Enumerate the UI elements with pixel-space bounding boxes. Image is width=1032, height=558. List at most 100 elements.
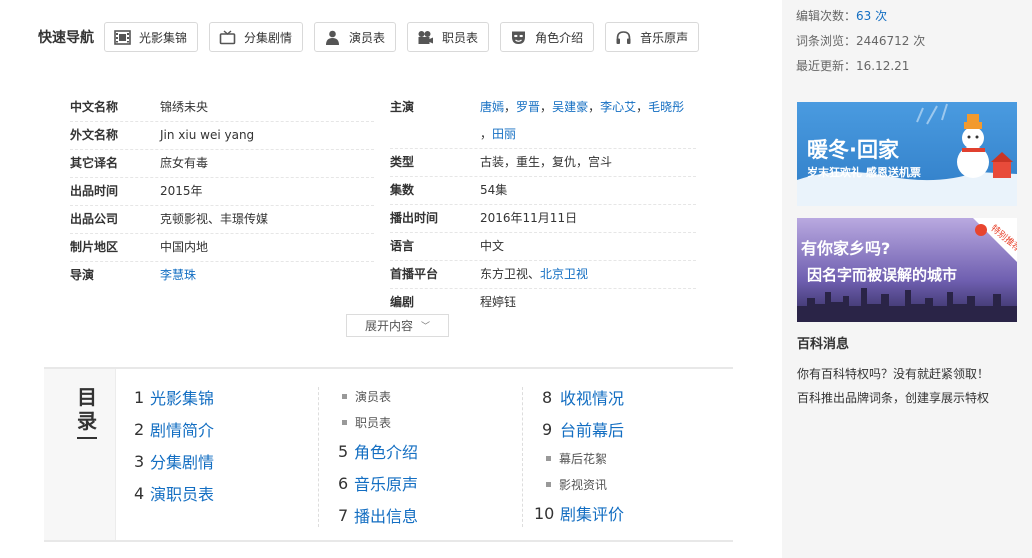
platform-link[interactable]: 北京卫视 — [540, 267, 588, 281]
cast-link[interactable]: 毛晓彤 — [648, 100, 684, 114]
quick-nav-crew-button[interactable]: 职员表 — [407, 22, 490, 52]
toc-item[interactable]: 9 台前幕后 — [534, 413, 624, 445]
info-row: 导演 李慧珠 — [70, 262, 374, 290]
news-link[interactable]: 你有百科特权吗？没有就赶紧领取！ — [797, 365, 989, 382]
toc-subitem[interactable]: 影视资讯 — [542, 471, 624, 497]
info-value: 2015年 — [160, 184, 203, 198]
toc-item[interactable]: 1 光影集锦 — [134, 381, 214, 413]
info-row: 首播平台 东方卫视、北京卫视 — [390, 261, 696, 289]
info-key: 出品时间 — [70, 184, 119, 198]
edit-count-unit: 次 — [875, 9, 888, 23]
news-link[interactable]: 百科推出品牌词条，创建享展示特权 — [797, 389, 989, 406]
toc-num: 5 — [338, 441, 349, 461]
info-value: 中文 — [480, 239, 505, 253]
platform-text: 东方卫视 — [480, 267, 529, 281]
info-row: 类型 古装，重生，复仇，宫斗 — [390, 149, 696, 177]
toc-divider — [522, 387, 523, 527]
toc-num: 2 — [134, 419, 145, 439]
banner-hometown[interactable]: 特别推荐 有你家乡吗? 因名字而被误解的城市 — [797, 218, 1017, 322]
banner-hometown-graphic: 特别推荐 有你家乡吗? 因名字而被误解的城市 — [797, 218, 1017, 322]
info-key: 其它译名 — [70, 156, 119, 170]
toc-item[interactable]: 3 分集剧情 — [134, 445, 214, 477]
info-key: 类型 — [390, 155, 415, 169]
info-value: 克顿影视、丰璟传媒 — [160, 212, 269, 226]
headphones-icon — [614, 29, 632, 45]
toc-sublabel: 演员表 — [355, 389, 392, 404]
bullet-icon — [342, 393, 347, 399]
info-row: 集数 54集 — [390, 177, 696, 205]
info-row: 出品时间 2015年 — [70, 178, 374, 206]
cast-link[interactable]: 田丽 — [492, 127, 516, 141]
cast-link[interactable]: 李心艾 — [600, 100, 636, 114]
toc-item[interactable]: 10 剧集评价 — [534, 497, 624, 529]
quick-nav-music-button[interactable]: 音乐原声 — [605, 22, 700, 52]
info-value: 2016年11月11日 — [480, 211, 578, 225]
separator: 、 — [528, 267, 541, 281]
chevron-down-icon: ﹀ — [421, 322, 431, 332]
entry-stats: 编辑次数：63 次 词条浏览：2446712 次 最近更新：16.12.21 — [796, 4, 925, 79]
toc-label: 演职员表 — [150, 485, 215, 504]
quick-nav-cast-button[interactable]: 演员表 — [314, 22, 397, 52]
toc-divider — [318, 387, 319, 527]
toc-item[interactable]: 7 播出信息 — [338, 499, 418, 531]
director-link[interactable]: 李慧珠 — [160, 268, 196, 282]
info-row: 制片地区 中国内地 — [70, 234, 374, 262]
separator: ， — [504, 100, 517, 114]
toc-item[interactable]: 6 音乐原声 — [338, 467, 418, 499]
toc-sublabel: 职员表 — [355, 415, 392, 430]
cast-link[interactable]: 吴建豪 — [552, 100, 588, 114]
info-key: 制片地区 — [70, 240, 119, 254]
toc-item[interactable]: 4 演职员表 — [134, 477, 214, 509]
separator: ， — [480, 127, 493, 141]
info-value: 54集 — [480, 183, 508, 197]
info-key: 播出时间 — [390, 211, 439, 225]
bullet-icon — [546, 481, 551, 487]
info-key: 中文名称 — [70, 100, 119, 114]
cast-link[interactable]: 唐嫣 — [480, 100, 504, 114]
bullet-icon — [546, 455, 551, 461]
banner2-line2: 因名字而被误解的城市 — [807, 266, 957, 284]
toc-num: 1 — [134, 387, 145, 407]
toc-label: 收视情况 — [560, 389, 625, 408]
cast-link[interactable]: 罗晋 — [516, 100, 540, 114]
toc-title-char: 录 — [77, 409, 97, 433]
toc-subitem[interactable]: 职员表 — [338, 409, 418, 435]
quick-nav: 快速导航 光影集锦 分集剧情 演员表 职员表 角色介绍 音乐原声 — [38, 22, 710, 52]
mask-icon — [509, 29, 527, 45]
quick-nav-roles-button[interactable]: 角色介绍 — [500, 22, 595, 52]
info-value: 李慧珠 — [160, 262, 374, 288]
news-title: 百科消息 — [797, 337, 850, 352]
last-updated: 最近更新：16.12.21 — [796, 59, 910, 73]
edit-count-label: 编辑次数： — [796, 9, 857, 23]
toc-item[interactable]: 2 剧情简介 — [134, 413, 214, 445]
quick-nav-label: 演员表 — [349, 30, 386, 45]
movie-camera-icon — [416, 29, 434, 45]
info-row: 外文名称 Jin xiu wei yang — [70, 122, 374, 150]
film-strip-icon — [113, 29, 131, 45]
expand-content-button[interactable]: 展开内容 ﹀ — [346, 314, 449, 337]
toc-num: 8 — [542, 387, 553, 407]
quick-nav-label: 角色介绍 — [535, 30, 584, 45]
info-row: 编剧 程婷钰 — [390, 289, 696, 317]
info-value: 锦绣未央 — [160, 100, 209, 114]
toc-subitem[interactable]: 幕后花絮 — [542, 445, 624, 471]
toc-subitem[interactable]: 演员表 — [338, 383, 418, 409]
edit-count-link[interactable]: 63 — [856, 9, 871, 23]
toc-item[interactable]: 5 角色介绍 — [338, 435, 418, 467]
toc-sublabel: 幕后花絮 — [559, 451, 608, 466]
banner-winter-home[interactable]: 暖冬·回家 岁末狂欢礼 感恩送机票 — [797, 102, 1017, 206]
quick-nav-label: 职员表 — [442, 30, 479, 45]
toc-item[interactable]: 8 收视情况 — [534, 381, 624, 413]
toc-num: 10 — [534, 503, 555, 523]
quick-nav-episodes-button[interactable]: 分集剧情 — [209, 22, 304, 52]
sidebar: 编辑次数：63 次 词条浏览：2446712 次 最近更新：16.12.21 暖… — [782, 0, 1032, 558]
quick-nav-label: 分集剧情 — [244, 30, 293, 45]
info-value: Jin xiu wei yang — [160, 128, 255, 142]
view-count: 词条浏览：2446712 次 — [796, 34, 926, 48]
toc-label: 台前幕后 — [560, 421, 625, 440]
separator: ， — [588, 100, 601, 114]
table-of-contents: 目 录 1 光影集锦 2 剧情简介 3 分集剧情 4 演职员表 演员表 职员表 5 角色介… — [44, 367, 733, 542]
quick-nav-highlights-button[interactable]: 光影集锦 — [104, 22, 199, 52]
bullet-icon — [342, 419, 347, 425]
info-key: 出品公司 — [70, 212, 119, 226]
